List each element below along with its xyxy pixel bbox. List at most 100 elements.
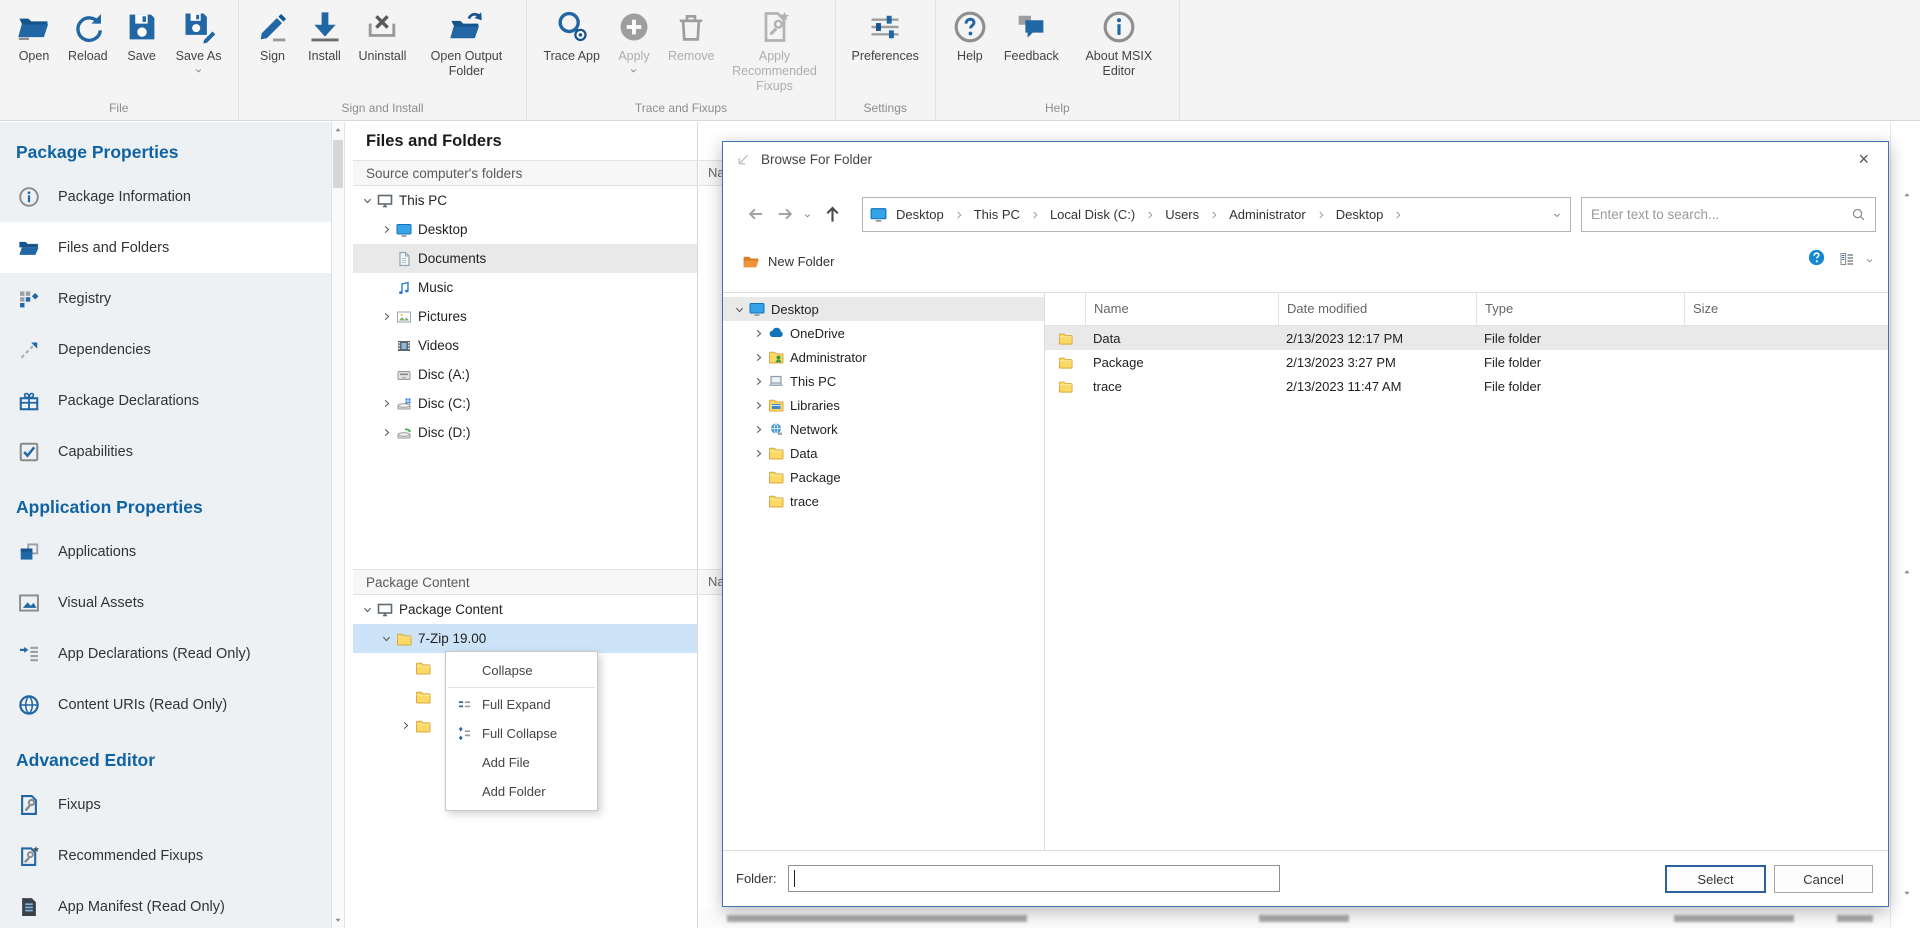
breadcrumb-item-local-disk-c[interactable]: Local Disk (C:): [1043, 207, 1142, 222]
tree-item-disc-d[interactable]: Disc (D:): [353, 418, 697, 447]
sidebar-item-applications[interactable]: Applications: [0, 526, 331, 577]
menu-item-collapse[interactable]: Collapse: [446, 656, 597, 685]
sidebar-item-fixups[interactable]: Fixups: [0, 779, 331, 830]
chevron-right-icon[interactable]: [378, 398, 395, 409]
chevron-down-icon[interactable]: [359, 604, 376, 615]
ribbon-button-sign[interactable]: Sign: [247, 4, 299, 64]
chevron-right-icon[interactable]: [750, 424, 767, 435]
new-folder-button[interactable]: New Folder: [733, 245, 843, 277]
column-header-name[interactable]: Name: [1085, 293, 1278, 325]
chevron-right-icon[interactable]: [750, 328, 767, 339]
column-header-date-modified[interactable]: Date modified: [1278, 293, 1476, 325]
column-header-size[interactable]: Size: [1684, 293, 1888, 325]
tree-item-package-content[interactable]: Package Content: [353, 595, 697, 624]
search-box[interactable]: Enter text to search...: [1581, 197, 1876, 232]
sidebar-item-dependencies[interactable]: Dependencies: [0, 324, 331, 375]
ribbon-button-open[interactable]: Open: [8, 4, 60, 64]
help-badge-icon[interactable]: [1808, 249, 1825, 266]
menu-item-add-file[interactable]: Add File: [446, 748, 597, 777]
tree-item-administrator[interactable]: Administrator: [723, 345, 1044, 369]
tree-item-package[interactable]: Package: [723, 465, 1044, 489]
breadcrumb-item-this-pc[interactable]: This PC: [967, 207, 1027, 222]
ribbon-button-remove[interactable]: Remove: [660, 4, 723, 64]
ribbon-button-preferences[interactable]: Preferences: [844, 4, 927, 64]
breadcrumb-item-users[interactable]: Users: [1158, 207, 1206, 222]
sidebar-item-package-declarations[interactable]: Package Declarations: [0, 375, 331, 426]
breadcrumb[interactable]: Desktop This PC Local Disk (C:) Users Admini…: [862, 197, 1571, 232]
address-dropdown-icon[interactable]: [1551, 209, 1563, 221]
up-button[interactable]: [823, 205, 842, 224]
sidebar-item-app-declarations-read-only[interactable]: App Declarations (Read Only): [0, 628, 331, 679]
breadcrumb-separator-icon[interactable]: [1208, 209, 1220, 221]
tree-item-pictures[interactable]: Pictures: [353, 302, 697, 331]
select-button[interactable]: Select: [1665, 865, 1766, 893]
cancel-button[interactable]: Cancel: [1774, 865, 1873, 893]
ribbon-button-help[interactable]: Help: [944, 4, 996, 64]
menu-item-full-collapse[interactable]: Full Collapse: [446, 719, 597, 748]
tree-item-this-pc[interactable]: This PC: [723, 369, 1044, 393]
breadcrumb-separator-icon[interactable]: [1029, 209, 1041, 221]
chevron-right-icon[interactable]: [397, 720, 414, 731]
file-row-package[interactable]: Package2/13/2023 3:27 PMFile folder: [1045, 350, 1888, 374]
sidebar-item-visual-assets[interactable]: Visual Assets: [0, 577, 331, 628]
sidebar-item-content-uris-read-only[interactable]: Content URIs (Read Only): [0, 679, 331, 730]
back-button[interactable]: [747, 205, 765, 223]
breadcrumb-separator-icon[interactable]: [1315, 209, 1327, 221]
chevron-right-icon[interactable]: [750, 376, 767, 387]
history-dropdown-icon[interactable]: [802, 210, 813, 221]
breadcrumb-item-administrator[interactable]: Administrator: [1222, 207, 1313, 222]
sidebar-scrollbar[interactable]: [331, 122, 345, 928]
ribbon-button-uninstall[interactable]: Uninstall: [351, 4, 415, 64]
tree-item-trace[interactable]: trace: [723, 489, 1044, 513]
chevron-right-icon[interactable]: [378, 427, 395, 438]
chevron-right-icon[interactable]: [378, 224, 395, 235]
breadcrumb-item-desktop[interactable]: Desktop: [1329, 207, 1391, 222]
ribbon-button-save[interactable]: Save: [116, 4, 168, 64]
folder-input[interactable]: [788, 865, 1280, 892]
breadcrumb-item-desktop[interactable]: Desktop: [889, 207, 951, 222]
tree-item-this-pc[interactable]: This PC: [353, 186, 697, 215]
scroll-up-icon[interactable]: [1902, 190, 1912, 200]
chevron-down-icon[interactable]: [378, 633, 395, 644]
chevron-right-icon[interactable]: [750, 352, 767, 363]
view-mode-button[interactable]: [1839, 251, 1855, 267]
ribbon-button-apply-recommended-fixups[interactable]: Apply Recommended Fixups: [723, 4, 827, 93]
chevron-down-icon[interactable]: [628, 65, 639, 76]
ribbon-button-install[interactable]: Install: [299, 4, 351, 64]
tree-item-disc-c[interactable]: Disc (C:): [353, 389, 697, 418]
ribbon-button-save-as[interactable]: Save As: [168, 4, 230, 76]
close-button[interactable]: ×: [1852, 149, 1875, 170]
scroll-up-icon[interactable]: [1902, 567, 1912, 577]
scrollbar-thumb[interactable]: [333, 140, 343, 188]
tree-item-documents[interactable]: Documents: [353, 244, 697, 273]
sidebar-item-capabilities[interactable]: Capabilities: [0, 426, 331, 477]
tree-item-desktop[interactable]: Desktop: [723, 297, 1044, 321]
tree-item-data[interactable]: Data: [723, 441, 1044, 465]
ribbon-button-feedback[interactable]: Feedback: [996, 4, 1067, 64]
breadcrumb-separator-icon[interactable]: [953, 209, 965, 221]
tree-item-desktop[interactable]: Desktop: [353, 215, 697, 244]
chevron-down-icon[interactable]: [359, 195, 376, 206]
column-header-type[interactable]: Type: [1476, 293, 1684, 325]
tree-item-libraries[interactable]: Libraries: [723, 393, 1044, 417]
column-header-icon[interactable]: [1045, 293, 1085, 325]
file-row-trace[interactable]: trace2/13/2023 11:47 AMFile folder: [1045, 374, 1888, 398]
breadcrumb-separator-icon[interactable]: [1144, 209, 1156, 221]
breadcrumb-separator-icon[interactable]: [1392, 209, 1404, 221]
sidebar-item-package-information[interactable]: Package Information: [0, 171, 331, 222]
chevron-down-icon[interactable]: [731, 304, 748, 315]
sidebar-item-recommended-fixups[interactable]: Recommended Fixups: [0, 830, 331, 881]
chevron-right-icon[interactable]: [750, 448, 767, 459]
menu-item-full-expand[interactable]: Full Expand: [446, 690, 597, 719]
scroll-down-icon[interactable]: [333, 915, 343, 925]
scroll-up-icon[interactable]: [333, 125, 343, 135]
ribbon-button-apply[interactable]: Apply: [608, 4, 660, 76]
tree-item-onedrive[interactable]: OneDrive: [723, 321, 1044, 345]
sidebar-item-registry[interactable]: Registry: [0, 273, 331, 324]
ribbon-button-reload[interactable]: Reload: [60, 4, 116, 64]
ribbon-button-open-output-folder[interactable]: Open Output Folder: [414, 4, 518, 79]
file-row-data[interactable]: Data2/13/2023 12:17 PMFile folder: [1045, 326, 1888, 350]
tree-item-disc-a[interactable]: Disc (A:): [353, 360, 697, 389]
chevron-down-icon[interactable]: [193, 65, 204, 76]
sidebar-item-app-manifest-read-only[interactable]: App Manifest (Read Only): [0, 881, 331, 928]
